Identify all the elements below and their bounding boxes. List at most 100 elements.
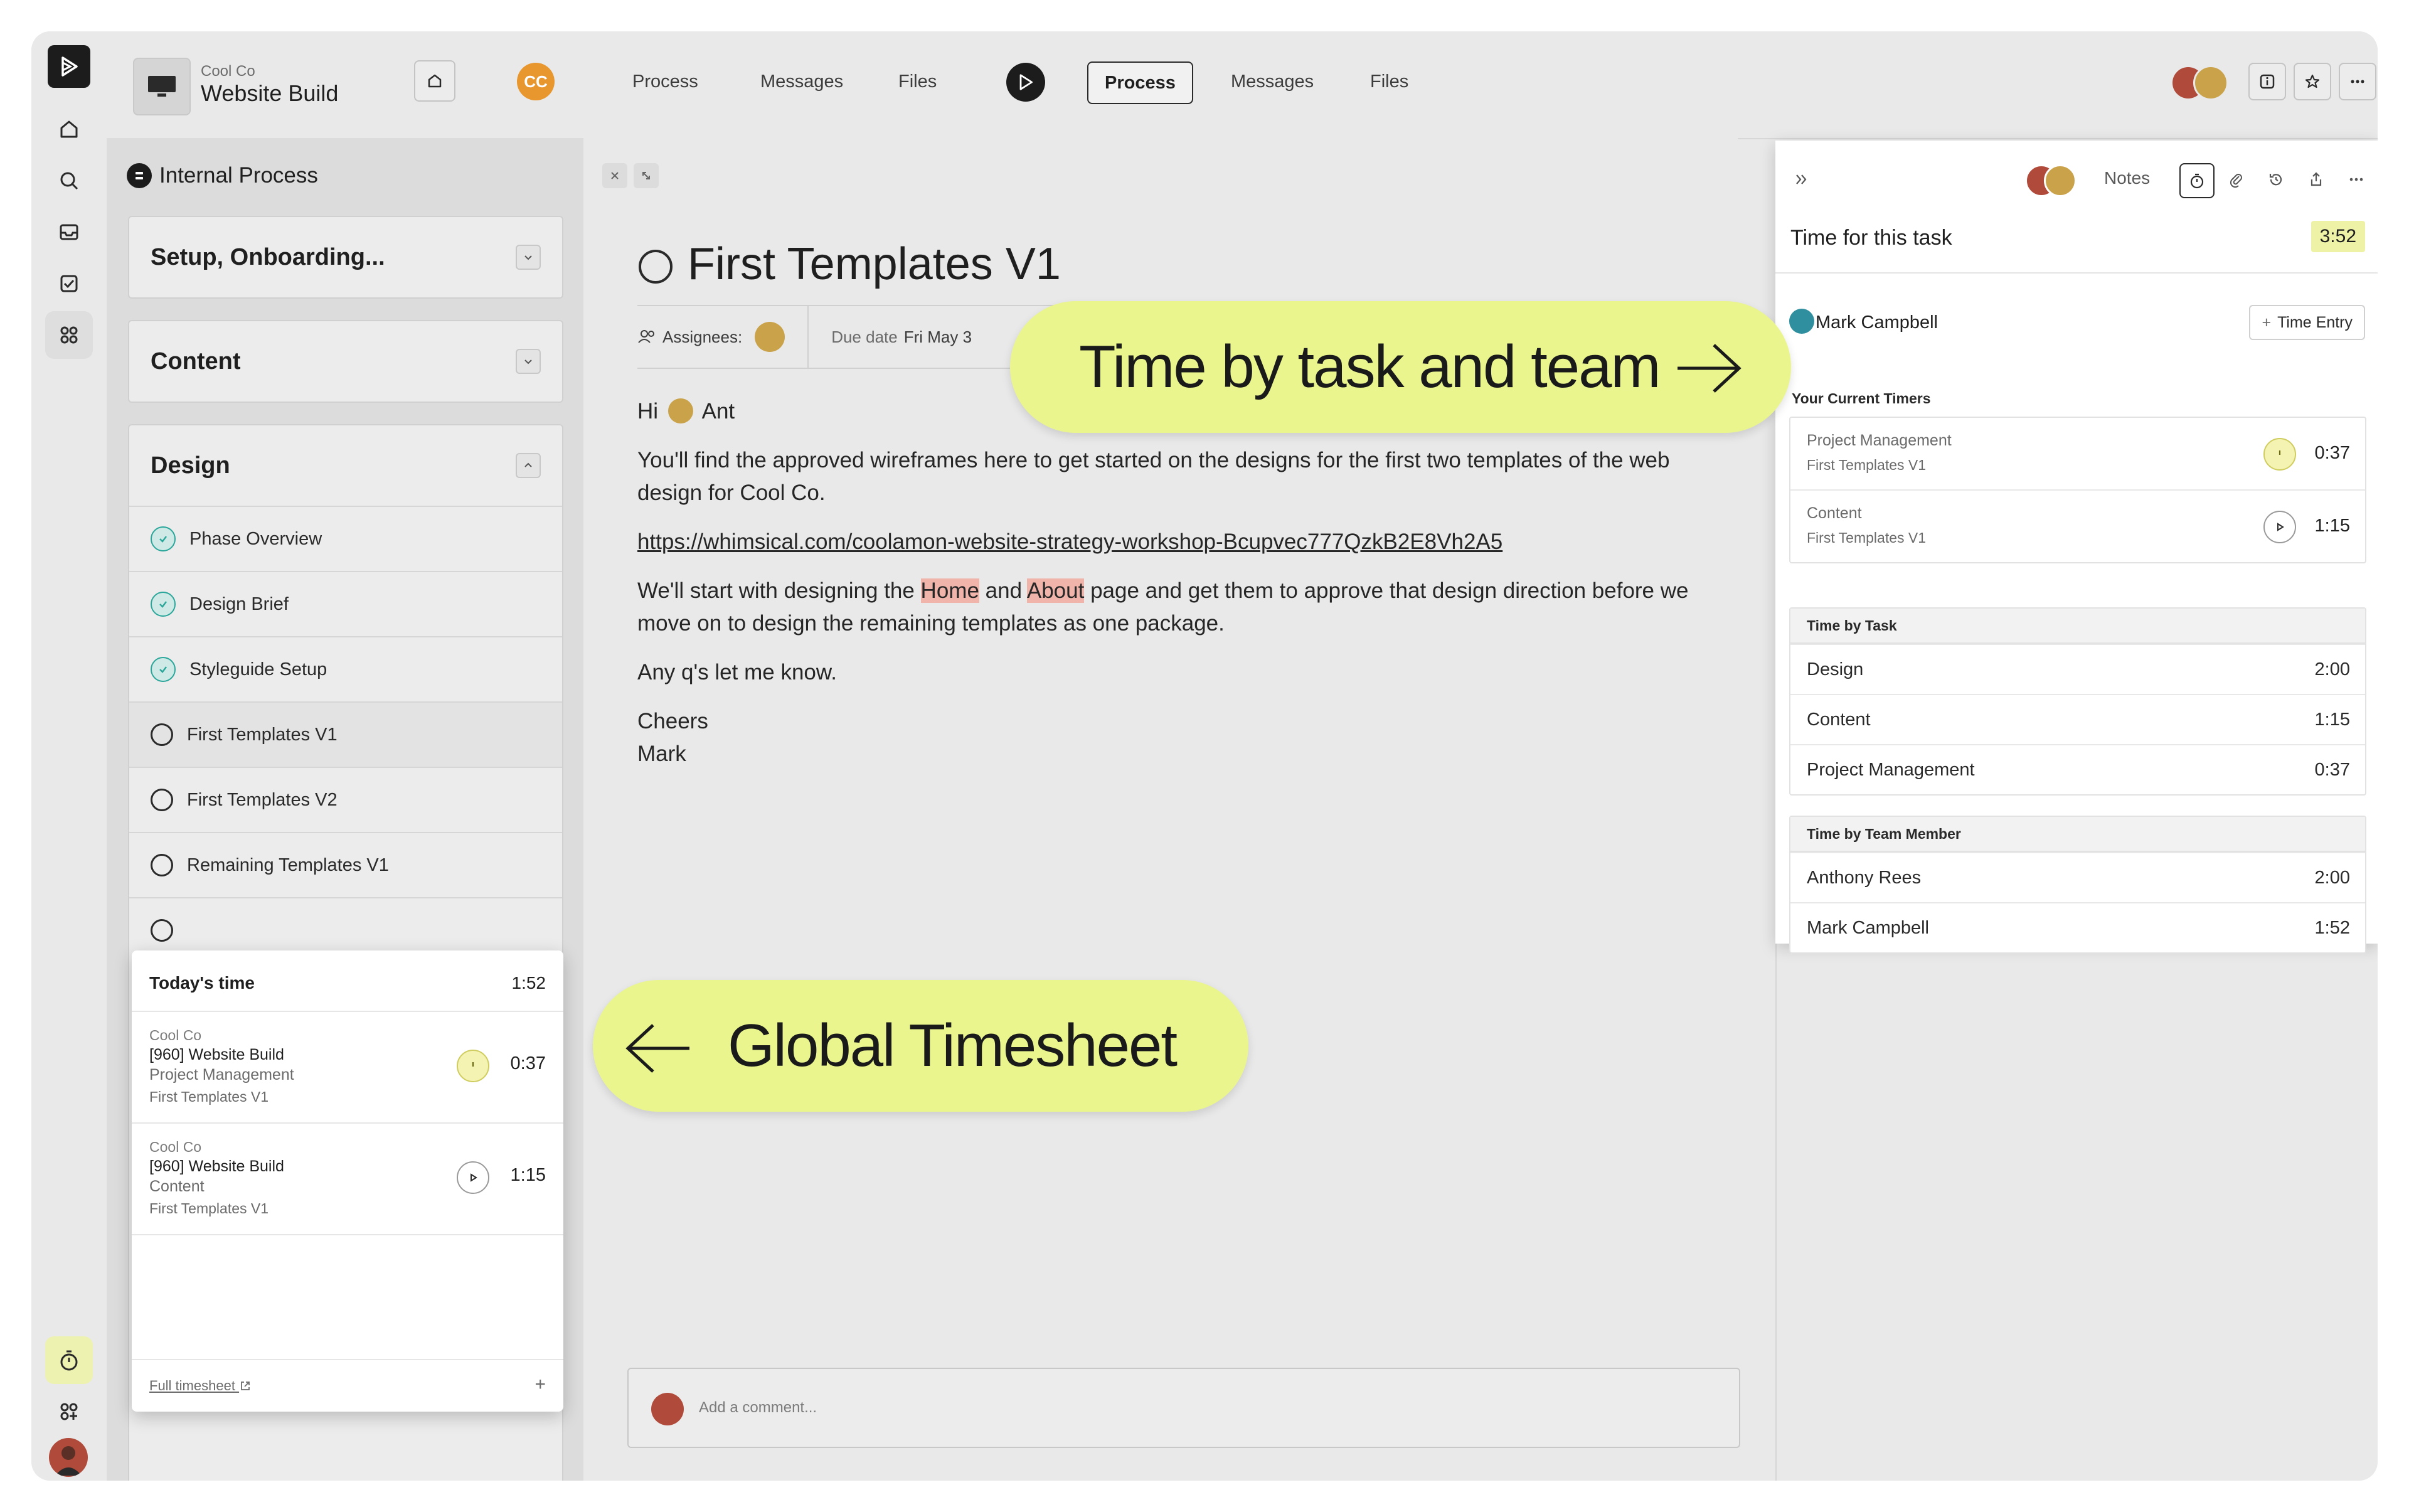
timer-time: 0:37	[2314, 443, 2350, 463]
internal-badge[interactable]	[1006, 63, 1045, 102]
timesheet-total: 1:52	[511, 973, 546, 993]
entry-task: Project Management	[149, 1066, 294, 1083]
check-icon[interactable]	[151, 592, 176, 617]
task-item[interactable]: First Templates V2	[129, 767, 562, 832]
circle-icon[interactable]	[151, 919, 173, 942]
phase-setup[interactable]: Setup, Onboarding...	[128, 216, 563, 299]
circle-icon[interactable]	[151, 723, 173, 746]
share-icon[interactable]	[2300, 163, 2332, 196]
history-icon[interactable]	[2260, 163, 2292, 196]
timer-row[interactable]: Content First Templates V1 1:15	[1790, 489, 2365, 562]
brand-logo[interactable]	[48, 45, 90, 88]
info-icon[interactable]	[2248, 63, 2286, 100]
callout-global-timesheet: Global Timesheet	[593, 980, 1248, 1112]
close-icon[interactable]	[602, 163, 627, 188]
timer-sub: First Templates V1	[1807, 457, 1927, 473]
client-badge[interactable]: CC	[517, 63, 555, 100]
task-total-time: 3:52	[2311, 221, 2365, 252]
paragraph: Any q's let me know.	[637, 660, 837, 684]
inbox-icon[interactable]	[45, 208, 93, 256]
check-icon[interactable]	[151, 526, 176, 551]
due-value[interactable]: Fri May 3	[904, 327, 972, 347]
signoff: Cheers	[637, 709, 708, 733]
star-icon[interactable]	[2294, 63, 2331, 100]
circle-icon[interactable]	[151, 854, 173, 876]
search-icon[interactable]	[45, 157, 93, 205]
wireframe-link[interactable]: https://whimsical.com/coolamon-website-s…	[637, 530, 1502, 554]
stopwatch-icon[interactable]	[2179, 163, 2215, 198]
summary-row: Design 2:00	[1790, 644, 2365, 694]
timesheet-entry[interactable]: Cool Co [960] Website Build Content Firs…	[132, 1122, 563, 1235]
task-item[interactable]: Design Brief	[129, 571, 562, 636]
summary-time: 2:00	[2314, 867, 2350, 888]
time-entry-button[interactable]: + Time Entry	[2249, 305, 2365, 340]
more-icon[interactable]	[2340, 163, 2373, 196]
expand-icon[interactable]	[634, 163, 659, 188]
attachment-icon[interactable]	[2220, 163, 2252, 196]
task-item-selected[interactable]: First Templates V1	[129, 701, 562, 767]
check-icon[interactable]	[151, 657, 176, 682]
arrow-right-icon	[1675, 340, 1744, 397]
task-label: Styleguide Setup	[189, 659, 327, 679]
apps-icon[interactable]	[45, 311, 93, 359]
stopwatch-icon[interactable]	[45, 1336, 93, 1384]
entry-project: [960] Website Build	[149, 1158, 284, 1175]
highlight-home: Home	[920, 578, 979, 603]
tab-client-messages[interactable]: Messages	[760, 67, 843, 97]
tasks-icon[interactable]	[45, 260, 93, 307]
avatar	[1789, 309, 1814, 334]
time-by-member-label: Time by Team Member	[1790, 817, 2365, 852]
assignee-avatar[interactable]	[755, 322, 785, 352]
project-name[interactable]: Website Build	[201, 80, 338, 107]
app-window: Cool Co Website Build CC Process Message…	[31, 31, 2378, 1481]
left-rail	[31, 31, 108, 1481]
current-timers-label: Your Current Timers	[1792, 390, 1931, 407]
paragraph-text: and	[985, 578, 1023, 603]
mention-avatar	[667, 398, 693, 423]
top-bar: Cool Co Website Build CC Process Message…	[107, 31, 2378, 139]
chevron-down-icon[interactable]	[516, 349, 541, 374]
task-complete-toggle[interactable]	[639, 250, 673, 284]
comment-input[interactable]: Add a comment...	[627, 1368, 1740, 1448]
phase-content[interactable]: Content	[128, 320, 563, 403]
time-by-member: Time by Team Member Anthony Rees 2:00 Mar…	[1789, 816, 2366, 954]
team-avatar[interactable]	[2044, 164, 2077, 197]
running-timer-icon[interactable]	[457, 1050, 489, 1082]
notes-tab[interactable]: Notes	[2104, 168, 2150, 188]
more-icon[interactable]	[2339, 63, 2376, 100]
team-avatar[interactable]	[2193, 65, 2228, 100]
timer-row[interactable]: Project Management First Templates V1 0:…	[1790, 418, 2365, 489]
full-timesheet-label: Full timesheet	[149, 1378, 235, 1393]
tab-client-files[interactable]: Files	[898, 67, 937, 97]
paragraph-text: We'll start with designing the	[637, 578, 915, 603]
task-title[interactable]: First Templates V1	[688, 238, 1061, 290]
circle-icon[interactable]	[151, 789, 173, 811]
task-item[interactable]: Phase Overview	[129, 506, 562, 571]
home-icon[interactable]	[45, 105, 93, 153]
tab-internal-messages[interactable]: Messages	[1231, 67, 1314, 97]
full-timesheet-link[interactable]: Full timesheet	[149, 1378, 252, 1394]
tab-internal-process[interactable]: Process	[1087, 61, 1193, 104]
current-timers: Project Management First Templates V1 0:…	[1789, 417, 2366, 563]
mention-name[interactable]: Ant	[702, 399, 735, 423]
comment-placeholder: Add a comment...	[699, 1399, 817, 1416]
chevron-up-icon[interactable]	[516, 453, 541, 478]
running-timer-icon[interactable]	[2263, 438, 2296, 471]
task-item[interactable]: Remaining Templates V1	[129, 832, 562, 897]
user-avatar[interactable]	[49, 1438, 88, 1477]
play-icon[interactable]	[457, 1161, 489, 1194]
tab-client-process[interactable]: Process	[632, 67, 698, 97]
timesheet-entry[interactable]: Cool Co [960] Website Build Project Mana…	[132, 1011, 563, 1122]
chevron-down-icon[interactable]	[516, 245, 541, 270]
time-entry-label: Time Entry	[2277, 313, 2353, 331]
project-home-button[interactable]	[414, 60, 455, 102]
add-app-icon[interactable]	[45, 1388, 93, 1435]
task-description[interactable]: Hi Ant You'll find the approved wirefram…	[637, 395, 1729, 787]
collapse-icon[interactable]	[1785, 163, 1818, 196]
play-icon[interactable]	[2263, 511, 2296, 543]
time-by-task: Time by Task Design 2:00 Content 1:15 Proj…	[1789, 607, 2366, 796]
task-item[interactable]: Styleguide Setup	[129, 636, 562, 701]
add-entry-button[interactable]: +	[534, 1374, 546, 1395]
summary-name: Anthony Rees	[1807, 867, 1922, 888]
tab-internal-files[interactable]: Files	[1370, 67, 1408, 97]
